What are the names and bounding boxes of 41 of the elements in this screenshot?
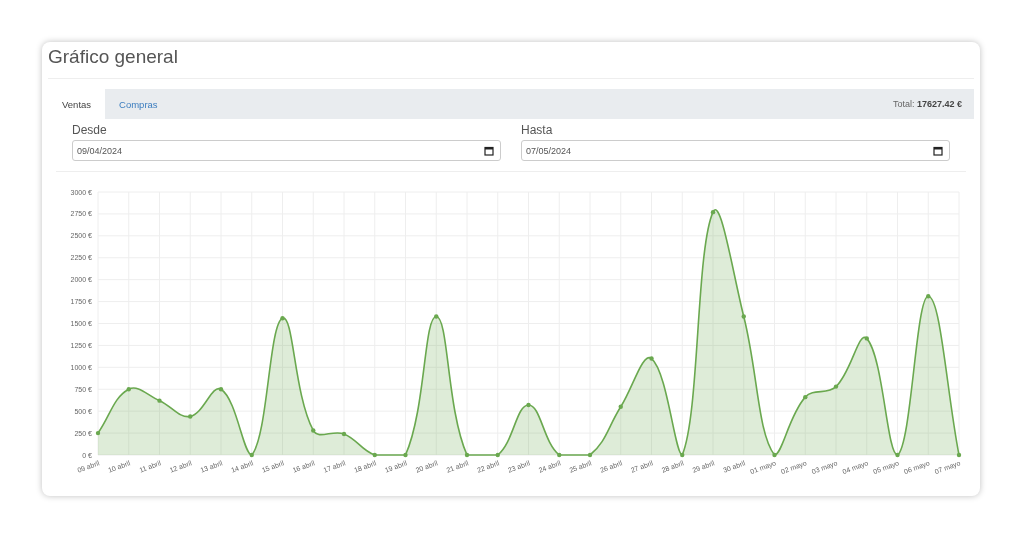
data-point [526,402,531,408]
data-point [188,414,193,419]
data-point [403,452,408,458]
data-point [956,452,962,458]
data-point [95,430,101,436]
data-point [680,452,685,458]
data-point [341,431,347,437]
tab[interactable]: Ventas [48,89,106,119]
data-point [803,394,808,400]
date-value: 09/04/2024 [77,145,124,156]
data-point [311,428,316,433]
data-point [864,336,869,341]
data-point [372,452,377,458]
data-point [557,452,562,458]
tab[interactable]: Compras [105,89,172,119]
card-title: Gráfico general [48,46,179,69]
data-point [434,314,439,319]
calendar-icon[interactable] [933,145,943,156]
date-field[interactable]: 07/05/2024 [521,140,950,161]
data-point [649,356,654,361]
data-point [618,404,623,409]
data-point [741,314,746,319]
data-point [833,384,839,389]
data-point [710,209,716,215]
data-point [249,452,254,458]
data-point [895,452,900,458]
data-point [218,387,224,392]
data-point [280,316,285,321]
data-point [772,452,777,458]
total-amount: Total: 17627.42 € [892,99,963,109]
data-point [587,452,593,458]
data-point [926,294,931,299]
field-label: Desde [72,123,108,137]
data-point [464,452,470,458]
data-point [495,452,500,458]
field-label: Hasta [521,123,554,137]
data-point [126,387,131,392]
date-field[interactable]: 09/04/2024 [72,140,501,161]
data-point [157,398,162,403]
calendar-icon[interactable] [484,145,494,156]
date-value: 07/05/2024 [526,145,573,156]
